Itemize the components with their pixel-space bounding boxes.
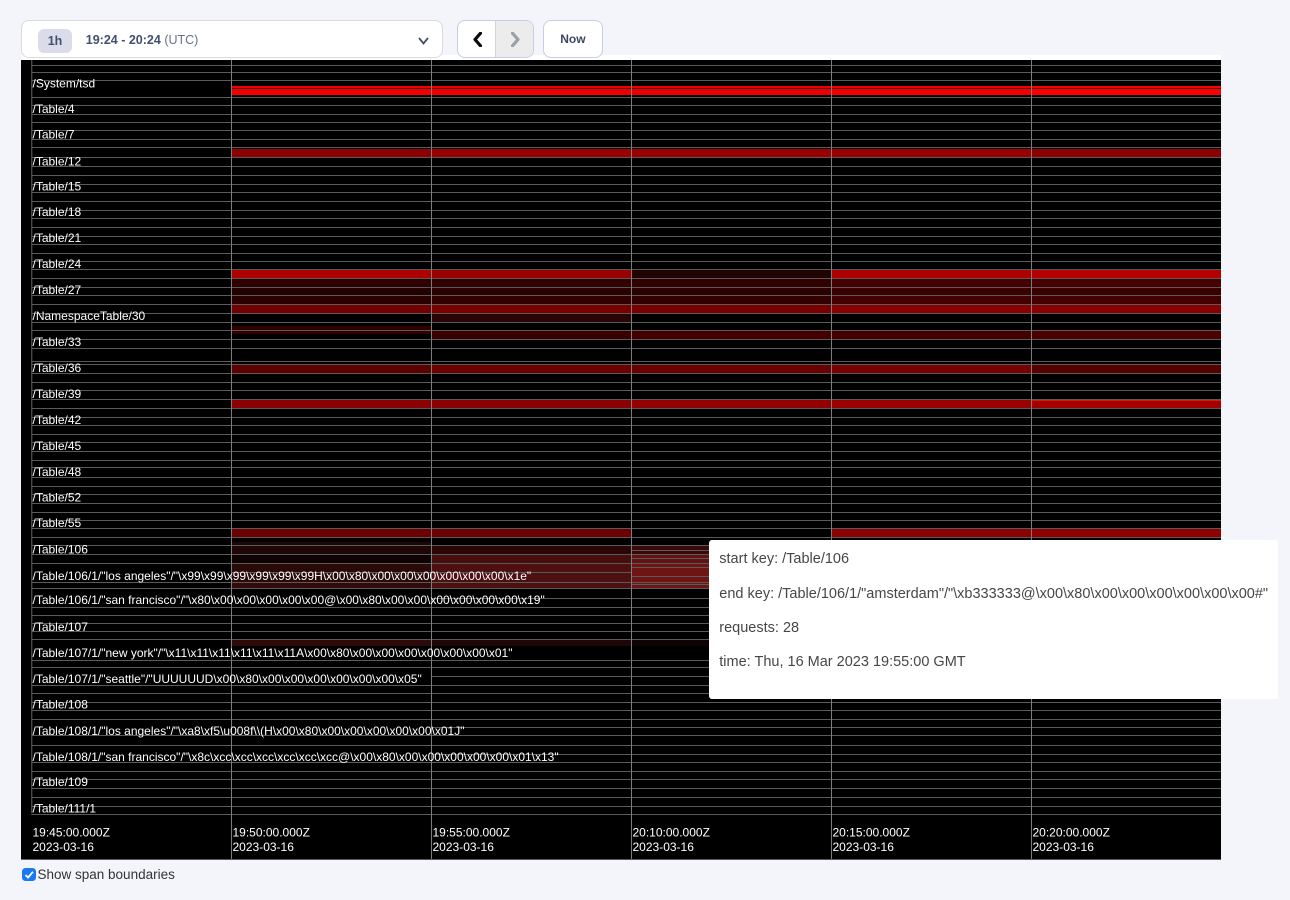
svg-text:2023-03-16: 2023-03-16 <box>433 840 495 854</box>
svg-text:/Table/107/1/"seattle"/"UUUUUU: /Table/107/1/"seattle"/"UUUUUUD\x00\x80\… <box>33 672 422 686</box>
svg-text:/Table/4: /Table/4 <box>33 102 75 116</box>
svg-text:2023-03-16: 2023-03-16 <box>833 840 895 854</box>
svg-text:2023-03-16: 2023-03-16 <box>633 840 695 854</box>
svg-text:/Table/108/1/"los angeles"/"\x: /Table/108/1/"los angeles"/"\xa8\xf5\u00… <box>33 724 465 738</box>
svg-text:/Table/12: /Table/12 <box>33 155 82 169</box>
svg-text:/Table/108: /Table/108 <box>33 698 89 712</box>
svg-text:/Table/109: /Table/109 <box>33 775 89 789</box>
svg-text:20:15:00.000Z: 20:15:00.000Z <box>833 826 910 840</box>
svg-text:/Table/45: /Table/45 <box>33 439 82 453</box>
svg-text:20:10:00.000Z: 20:10:00.000Z <box>633 826 710 840</box>
svg-text:19:50:00.000Z: 19:50:00.000Z <box>233 826 310 840</box>
svg-text:/Table/106/1/"san francisco"/": /Table/106/1/"san francisco"/"\x80\x00\x… <box>33 593 545 607</box>
svg-text:/Table/18: /Table/18 <box>33 205 82 219</box>
svg-text:19:55:00.000Z: 19:55:00.000Z <box>433 826 510 840</box>
svg-text:/Table/36: /Table/36 <box>33 361 82 375</box>
svg-text:/Table/15: /Table/15 <box>33 180 82 194</box>
svg-text:/Table/7: /Table/7 <box>33 128 75 142</box>
svg-text:/Table/55: /Table/55 <box>33 516 82 530</box>
svg-text:/System/tsd: /System/tsd <box>33 77 96 91</box>
svg-text:/Table/24: /Table/24 <box>33 257 82 271</box>
svg-text:/Table/27: /Table/27 <box>33 283 82 297</box>
svg-text:2023-03-16: 2023-03-16 <box>33 840 95 854</box>
svg-text:2023-03-16: 2023-03-16 <box>233 840 295 854</box>
svg-text:/Table/52: /Table/52 <box>33 491 82 505</box>
svg-text:2023-03-16: 2023-03-16 <box>1033 840 1095 854</box>
svg-text:/Table/107: /Table/107 <box>33 620 89 634</box>
svg-text:/Table/39: /Table/39 <box>33 387 82 401</box>
svg-text:/Table/106: /Table/106 <box>33 542 89 556</box>
svg-text:/Table/33: /Table/33 <box>33 335 82 349</box>
svg-text:/Table/108/1/"san francisco"/": /Table/108/1/"san francisco"/"\x8c\xcc\x… <box>33 750 559 764</box>
svg-text:19:45:00.000Z: 19:45:00.000Z <box>33 826 110 840</box>
svg-text:20:20:00.000Z: 20:20:00.000Z <box>1033 826 1110 840</box>
svg-text:/NamespaceTable/30: /NamespaceTable/30 <box>33 309 146 323</box>
svg-text:/Table/111/1: /Table/111/1 <box>33 801 97 815</box>
svg-text:/Table/42: /Table/42 <box>33 413 82 427</box>
svg-text:/Table/21: /Table/21 <box>33 231 82 245</box>
svg-text:/Table/107/1/"new york"/"\x11\: /Table/107/1/"new york"/"\x11\x11\x11\x1… <box>33 646 513 660</box>
svg-text:/Table/48: /Table/48 <box>33 465 82 479</box>
svg-text:/Table/106/1/"los angeles"/"\x: /Table/106/1/"los angeles"/"\x99\x99\x99… <box>33 569 532 583</box>
